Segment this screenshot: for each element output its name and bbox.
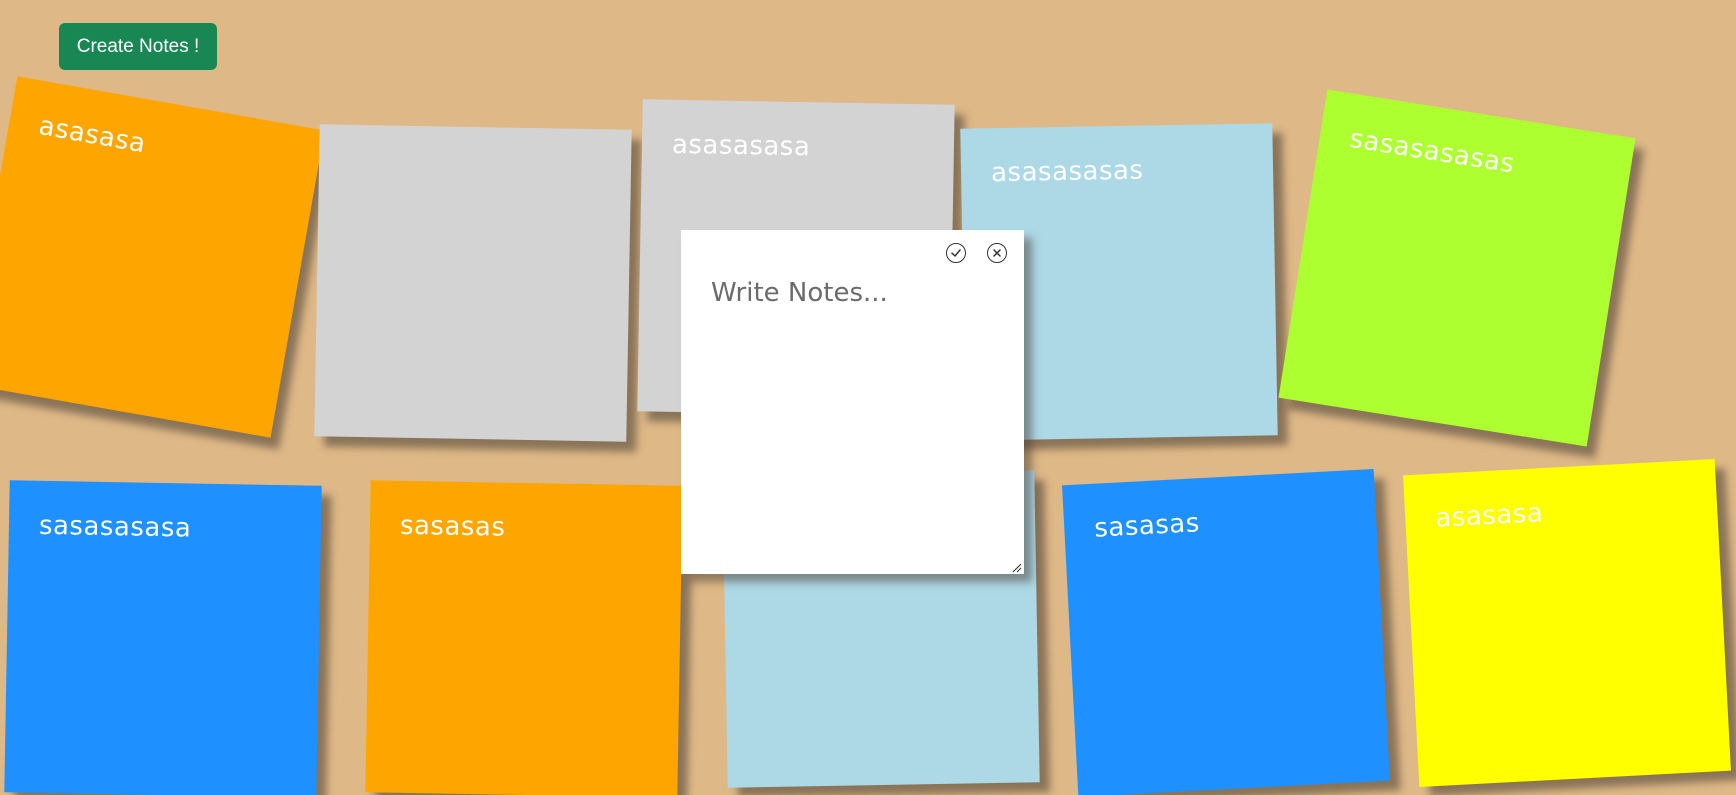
note-editor xyxy=(681,230,1024,574)
note-text: sasasasasas xyxy=(1347,123,1517,180)
note-card[interactable]: sasasasasa xyxy=(4,480,322,795)
check-circle-icon[interactable] xyxy=(946,243,966,263)
note-card[interactable] xyxy=(314,124,632,442)
x-circle-icon[interactable] xyxy=(987,243,1007,263)
notes-board: Create Notes ! asasasa asasasasa asasasa… xyxy=(0,0,1736,795)
note-card[interactable]: asasasa xyxy=(1403,459,1731,787)
note-text: asasasa xyxy=(1434,498,1544,534)
note-card[interactable]: sasasas xyxy=(1062,469,1390,795)
note-text: sasasas xyxy=(399,510,506,543)
note-text: asasasasas xyxy=(990,155,1144,189)
create-notes-button[interactable]: Create Notes ! xyxy=(59,23,217,70)
note-textarea[interactable] xyxy=(711,278,1011,548)
note-text: asasasasa xyxy=(671,129,811,163)
note-text: sasasas xyxy=(1093,508,1201,544)
note-card[interactable]: asasasa xyxy=(0,76,325,438)
note-card[interactable]: sasasas xyxy=(365,480,683,795)
note-card[interactable]: sasasasasas xyxy=(1278,89,1636,447)
resize-handle-icon[interactable] xyxy=(1010,560,1022,573)
note-text: sasasasasa xyxy=(38,510,192,544)
note-text: asasasa xyxy=(36,111,149,160)
